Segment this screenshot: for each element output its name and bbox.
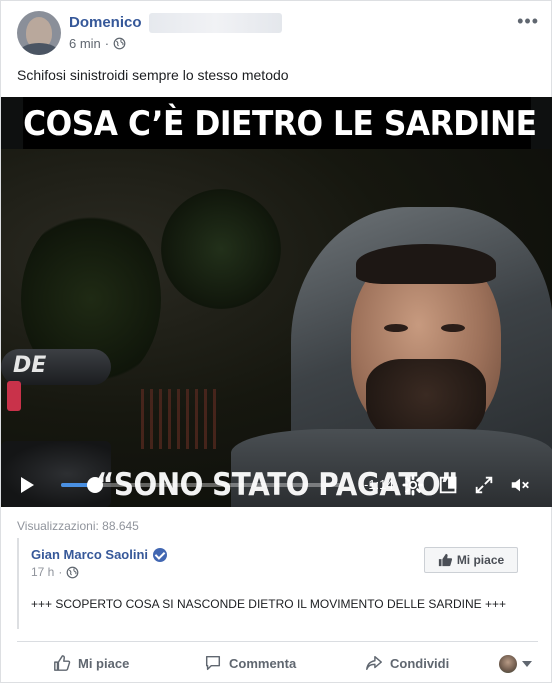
more-options-icon[interactable]: ••• xyxy=(517,11,539,32)
play-icon[interactable] xyxy=(17,475,37,495)
background-fence xyxy=(141,389,221,449)
post-meta: 6 min · xyxy=(69,36,126,51)
comment-label: Commenta xyxy=(229,655,297,671)
comment-button[interactable]: Commenta xyxy=(204,654,296,672)
share-button[interactable]: Condividi xyxy=(365,654,449,672)
shared-time[interactable]: 17 h xyxy=(31,565,54,579)
like-label: Mi piace xyxy=(78,655,130,671)
mute-icon[interactable] xyxy=(509,474,531,496)
thumbs-up-icon xyxy=(54,655,71,671)
progress-handle[interactable] xyxy=(86,477,103,493)
post-actions: Mi piace Commenta Condividi xyxy=(1,646,552,682)
share-icon xyxy=(366,655,382,671)
video-frame: DE xyxy=(1,149,552,507)
author-name[interactable]: Domenico xyxy=(69,14,142,31)
facebook-post: Domenico 6 min · ••• Schifosi sinistroid… xyxy=(0,0,552,683)
video-controls: -1:14 xyxy=(1,466,552,503)
eye xyxy=(384,324,408,332)
thumbs-up-icon xyxy=(438,553,452,567)
microphone: DE xyxy=(1,349,111,385)
video-player[interactable]: COSA C’È DIETRO LE SARDINE DE “SONO STAT… xyxy=(1,97,552,507)
view-count: Visualizzazioni: 88.645 xyxy=(17,519,139,533)
time-remaining: -1:14 xyxy=(364,477,394,492)
chevron-down-icon xyxy=(522,661,532,667)
post-caption: Schifosi sinistroidi sempre lo stesso me… xyxy=(17,67,289,83)
mic-brand-label: DE xyxy=(13,353,47,378)
picture-in-picture-icon[interactable] xyxy=(438,474,460,496)
avatar-shirt xyxy=(19,43,59,55)
shared-post-text: +++ SCOPERTO COSA SI NASCONDE DIETRO IL … xyxy=(31,597,507,611)
eye xyxy=(441,324,465,332)
progress-bar[interactable] xyxy=(61,477,341,493)
like-page-label: Mi piace xyxy=(456,553,505,567)
post-time[interactable]: 6 min xyxy=(69,36,101,51)
like-button[interactable]: Mi piace xyxy=(53,654,129,672)
shared-author[interactable]: Gian Marco Saolini xyxy=(31,547,168,562)
reaction-identity-selector[interactable] xyxy=(499,655,532,673)
shared-post[interactable]: Gian Marco Saolini 17 h · Mi piace +++ S… xyxy=(17,538,538,629)
globe-icon[interactable] xyxy=(113,37,126,50)
mic-cable xyxy=(7,381,21,411)
globe-icon[interactable] xyxy=(66,566,79,579)
share-label: Condividi xyxy=(390,655,450,671)
meta-separator: · xyxy=(104,36,110,51)
comment-icon xyxy=(205,655,221,671)
fullscreen-icon[interactable] xyxy=(473,474,495,496)
blurred-surname xyxy=(149,13,282,33)
settings-gear-icon[interactable] xyxy=(402,474,424,496)
background-tree xyxy=(161,189,281,309)
verified-badge-icon xyxy=(153,547,168,562)
divider xyxy=(17,641,538,642)
like-page-button[interactable]: Mi piace xyxy=(424,547,518,573)
meta-separator: · xyxy=(58,565,63,579)
author-avatar[interactable] xyxy=(17,11,61,55)
shared-author-name[interactable]: Gian Marco Saolini xyxy=(31,547,148,562)
shared-meta: 17 h · xyxy=(31,565,79,579)
video-title-banner: COSA C’È DIETRO LE SARDINE xyxy=(23,97,537,149)
user-mini-avatar xyxy=(499,655,517,673)
hair xyxy=(356,244,496,284)
